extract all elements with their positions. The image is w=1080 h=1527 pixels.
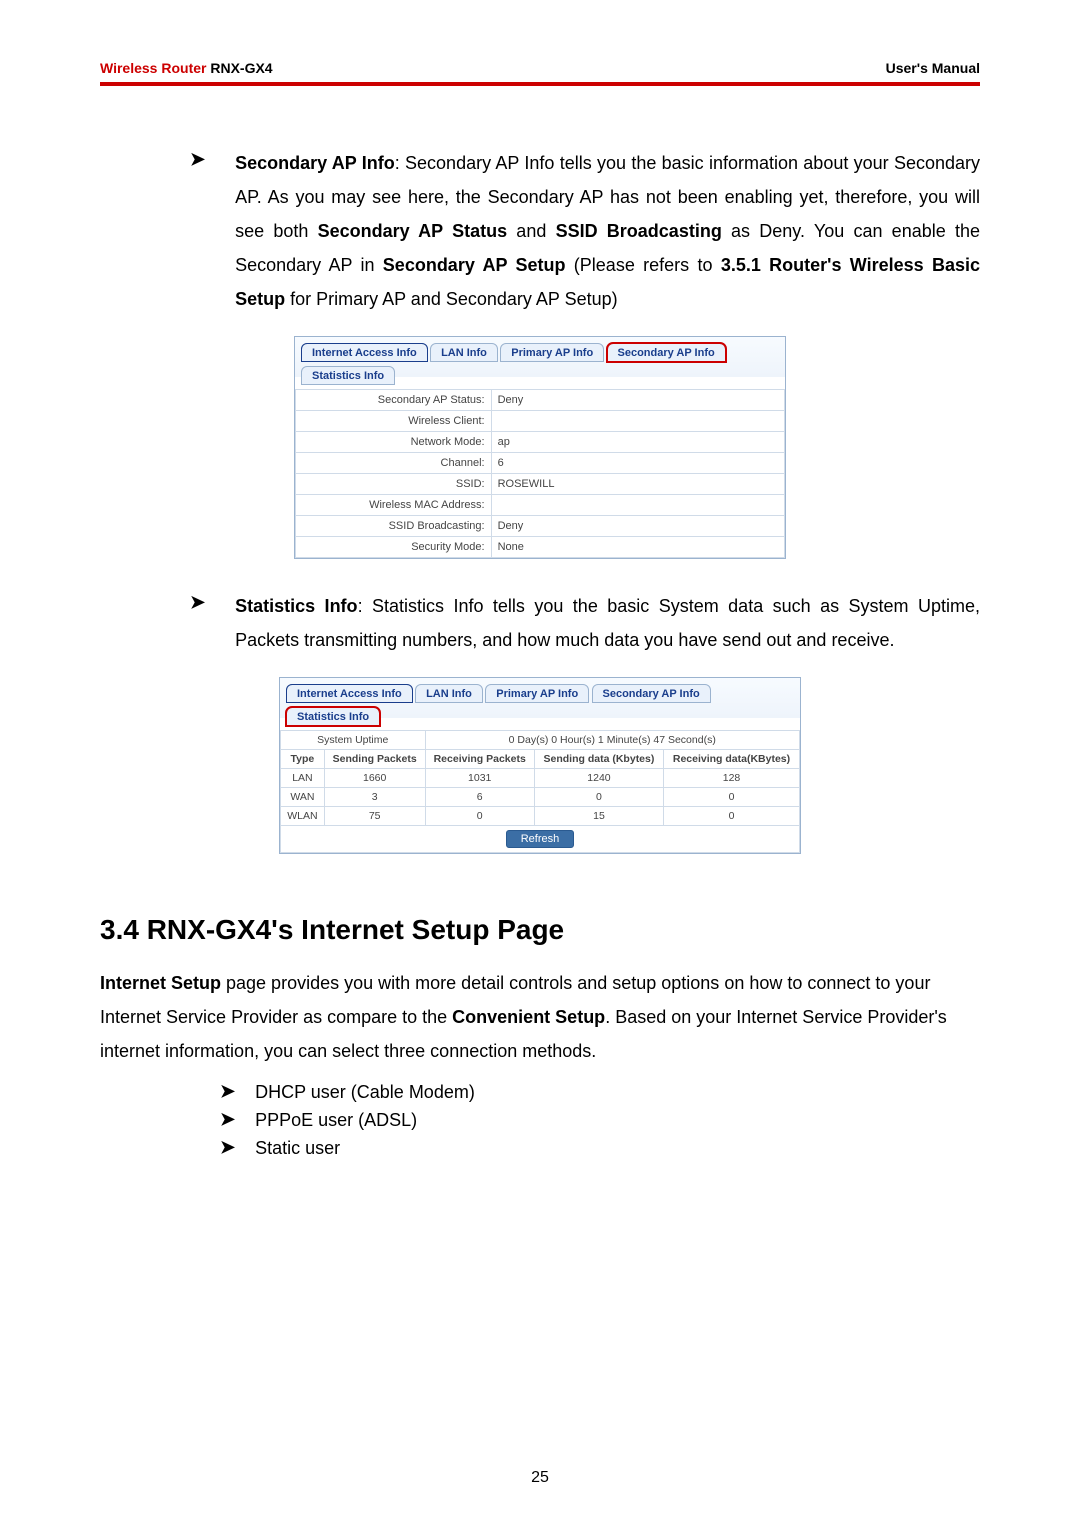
bullet-arrow-icon: ➤	[220, 1106, 235, 1134]
tab-internet-access-info[interactable]: Internet Access Info	[301, 343, 428, 362]
stats-label: Statistics Info	[235, 596, 357, 616]
statistics-table: System Uptime 0 Day(s) 0 Hour(s) 1 Minut…	[280, 730, 800, 826]
kv-row: SSID Broadcasting:Deny	[296, 516, 785, 537]
tab-primary-ap-info[interactable]: Primary AP Info	[500, 343, 604, 362]
bullet-arrow-icon: ➤	[220, 1134, 235, 1162]
bullet-arrow-icon: ➤	[220, 1078, 235, 1106]
header-model: RNX-GX4	[210, 60, 272, 76]
header-brand: Wireless Router	[100, 60, 206, 76]
section-3-4-title: 3.4 RNX-GX4's Internet Setup Page	[100, 914, 980, 946]
table-row: LAN 1660 1031 1240 128	[281, 769, 800, 788]
internet-setup-paragraph: Internet Setup page provides you with mo…	[100, 966, 980, 1068]
tab-statistics-info[interactable]: Statistics Info	[301, 366, 395, 385]
kv-row: SSID:ROSEWILL	[296, 474, 785, 495]
stats-header-row: Type Sending Packets Receiving Packets S…	[281, 750, 800, 769]
page-number: 25	[0, 1469, 1080, 1487]
table-row: WLAN 75 0 15 0	[281, 807, 800, 826]
secondary-ap-info-figure: Internet Access Info LAN Info Primary AP…	[294, 336, 786, 559]
tab-lan-info[interactable]: LAN Info	[415, 684, 483, 703]
kv-row: Wireless Client:	[296, 411, 785, 432]
tab-statistics-info[interactable]: Statistics Info	[286, 707, 380, 726]
table-row: WAN 3 6 0 0	[281, 788, 800, 807]
secondary-ap-info-block: ➤ Secondary AP Info: Secondary AP Info t…	[100, 146, 980, 316]
tab-internet-access-info[interactable]: Internet Access Info	[286, 684, 413, 703]
fig2-tab-row: Internet Access Info LAN Info Primary AP…	[280, 678, 800, 730]
refresh-button[interactable]: Refresh	[506, 830, 575, 848]
kv-row: Channel:6	[296, 453, 785, 474]
page-header: Wireless Router RNX-GX4 User's Manual	[100, 60, 980, 86]
statistics-info-figure: Internet Access Info LAN Info Primary AP…	[279, 677, 801, 854]
header-user-manual: User's Manual	[886, 60, 980, 76]
uptime-row: System Uptime 0 Day(s) 0 Hour(s) 1 Minut…	[281, 731, 800, 750]
tab-secondary-ap-info[interactable]: Secondary AP Info	[592, 684, 711, 703]
kv-row: Secondary AP Status:Deny	[296, 390, 785, 411]
sap-label: Secondary AP Info	[235, 153, 395, 173]
kv-row: Network Mode:ap	[296, 432, 785, 453]
kv-row: Security Mode:None	[296, 537, 785, 558]
secondary-ap-info-table: Secondary AP Status:Deny Wireless Client…	[295, 389, 785, 558]
tab-primary-ap-info[interactable]: Primary AP Info	[485, 684, 589, 703]
tab-secondary-ap-info[interactable]: Secondary AP Info	[607, 343, 726, 362]
statistics-info-paragraph: Statistics Info: Statistics Info tells y…	[235, 589, 980, 657]
kv-row: Wireless MAC Address:	[296, 495, 785, 516]
fig1-tab-row: Internet Access Info LAN Info Primary AP…	[295, 337, 785, 389]
list-item: ➤DHCP user (Cable Modem)	[220, 1078, 980, 1106]
bullet-arrow-icon: ➤	[190, 589, 205, 657]
uptime-value: 0 Day(s) 0 Hour(s) 1 Minute(s) 47 Second…	[425, 731, 799, 750]
list-item: ➤PPPoE user (ADSL)	[220, 1106, 980, 1134]
connection-methods-list: ➤DHCP user (Cable Modem) ➤PPPoE user (AD…	[100, 1078, 980, 1162]
bullet-arrow-icon: ➤	[190, 146, 205, 316]
uptime-label: System Uptime	[281, 731, 426, 750]
secondary-ap-info-paragraph: Secondary AP Info: Secondary AP Info tel…	[235, 146, 980, 316]
tab-lan-info[interactable]: LAN Info	[430, 343, 498, 362]
statistics-info-block: ➤ Statistics Info: Statistics Info tells…	[100, 589, 980, 657]
list-item: ➤Static user	[220, 1134, 980, 1162]
